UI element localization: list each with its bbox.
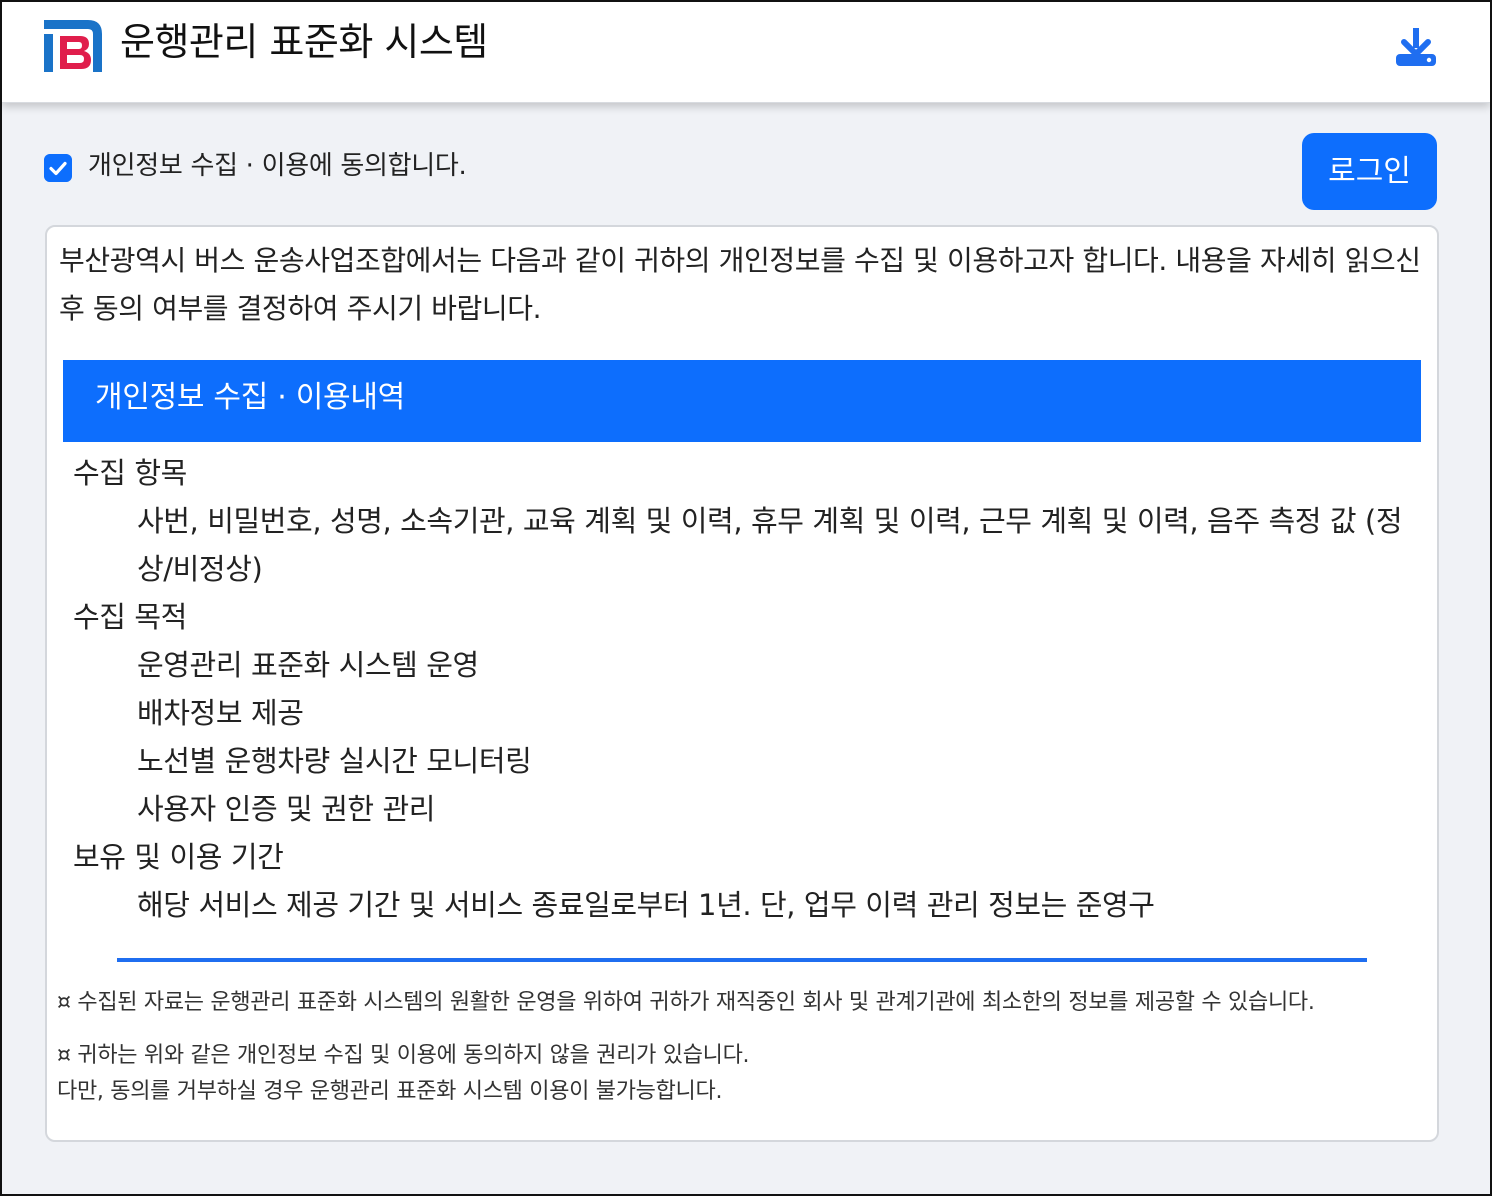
section-title: 개인정보 수집 · 이용내역 bbox=[95, 380, 405, 415]
intro-text: 부산광역시 버스 운송사업조합에서는 다음과 같이 귀하의 개인정보를 수집 및… bbox=[59, 244, 1421, 325]
term-detail: 노선별 운행차량 실시간 모니터링 bbox=[137, 744, 532, 778]
term-detail: 해당 서비스 제공 기간 및 서비스 종료일로부터 1년. 단, 업무 이력 관… bbox=[137, 888, 1155, 922]
section-header: 개인정보 수집 · 이용내역 bbox=[63, 360, 1421, 442]
ib-logo-icon bbox=[44, 20, 102, 72]
consent-checkbox[interactable] bbox=[44, 154, 72, 182]
term-collection-purpose: 수집 목적 bbox=[73, 600, 187, 634]
term-detail: 운영관리 표준화 시스템 운영 bbox=[137, 648, 479, 682]
app-window: 운행관리 표준화 시스템 개인정보 수집 · 이용에 동의합니다. 로그인 부산… bbox=[0, 0, 1492, 1196]
consent-label[interactable]: 개인정보 수집 · 이용에 동의합니다. bbox=[88, 150, 467, 182]
notice-right-to-refuse: ¤ 귀하는 위와 같은 개인정보 수집 및 이용에 동의하지 않을 권리가 있습… bbox=[57, 1043, 750, 1068]
term-detail: 사용자 인증 및 권한 관리 bbox=[137, 792, 436, 826]
term-collected-items: 수집 항목 bbox=[73, 456, 187, 490]
notice-refusal-consequence: 다만, 동의를 거부하실 경우 운행관리 표준화 시스템 이용이 불가능합니다. bbox=[57, 1079, 723, 1104]
term-detail: 사번, 비밀번호, 성명, 소속기관, 교육 계획 및 이력, 휴무 계획 및 … bbox=[137, 504, 1403, 586]
divider bbox=[117, 958, 1367, 962]
term-retention-period: 보유 및 이용 기간 bbox=[73, 840, 284, 874]
app-title: 운행관리 표준화 시스템 bbox=[120, 20, 488, 64]
app-header: 운행관리 표준화 시스템 bbox=[2, 2, 1490, 103]
download-icon[interactable] bbox=[1392, 24, 1440, 72]
login-button[interactable]: 로그인 bbox=[1302, 133, 1437, 210]
term-detail: 배차정보 제공 bbox=[137, 696, 304, 730]
privacy-notice-panel: 부산광역시 버스 운송사업조합에서는 다음과 같이 귀하의 개인정보를 수집 및… bbox=[45, 225, 1439, 1142]
terms-list: 수집 항목 사번, 비밀번호, 성명, 소속기관, 교육 계획 및 이력, 휴무… bbox=[73, 449, 1413, 929]
notice-sharing: ¤ 수집된 자료는 운행관리 표준화 시스템의 원활한 운영을 위하여 귀하가 … bbox=[57, 990, 1315, 1015]
